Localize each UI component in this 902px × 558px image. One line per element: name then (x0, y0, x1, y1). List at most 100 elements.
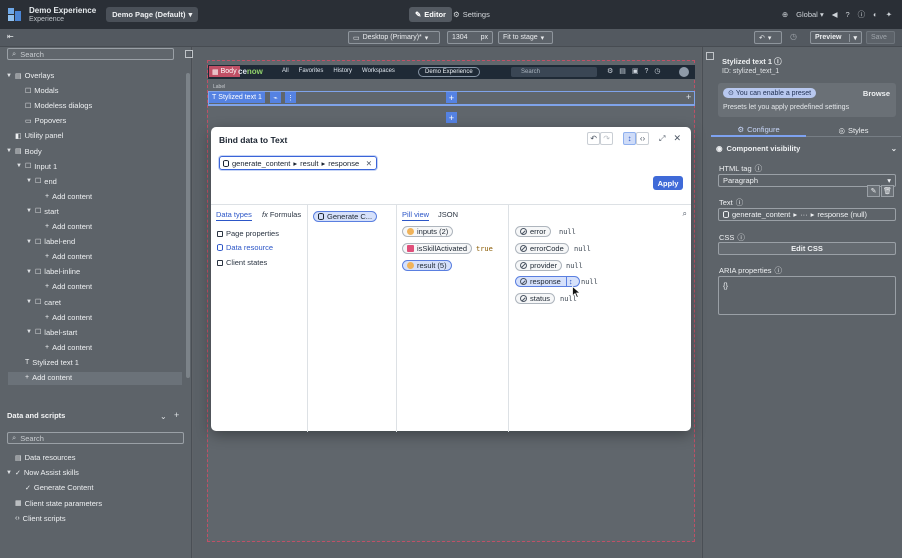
caret-down-icon[interactable]: ▼ (26, 208, 32, 214)
clear-icon[interactable]: ✕ (366, 159, 372, 168)
data-search-input[interactable]: ⌕ Search (7, 432, 184, 444)
save-button[interactable]: Save (866, 31, 895, 44)
data-type-client-states[interactable]: Client states (217, 258, 267, 267)
chevron-down-icon[interactable]: ⌄ (160, 412, 167, 421)
tree-item[interactable]: ☐ Modals (16, 84, 58, 97)
tree-item[interactable]: ▼ ✓ Now Assist skills (6, 466, 79, 479)
tree-scrollbar[interactable] (186, 73, 190, 378)
tree-item[interactable]: ▼ ☐ start (26, 205, 59, 218)
add-icon[interactable]: + (174, 410, 179, 420)
tab-configure[interactable]: ⚙ Configure (711, 124, 806, 137)
info-icon[interactable]: ⓘ (755, 163, 763, 174)
add-component-icon[interactable]: + (686, 92, 691, 102)
tree-item[interactable]: ☐ Modeless dialogs (16, 99, 92, 112)
component-link-icon[interactable]: ⌁ (270, 92, 281, 103)
width-input[interactable]: 1304 px (447, 31, 493, 44)
property-pill[interactable]: result (5) (402, 260, 452, 271)
add-content-icon[interactable]: + (446, 112, 457, 123)
search-icon[interactable]: ⌕ (683, 209, 687, 219)
component-more-icon[interactable]: ⋮ (285, 92, 296, 103)
close-icon[interactable]: ✕ (673, 133, 681, 144)
add-content-item[interactable]: + Add content (36, 190, 92, 203)
tree-item[interactable]: ▼ ☐ label-end (26, 235, 75, 248)
property-pill[interactable]: isSkillActivated (402, 243, 473, 254)
property-pill[interactable]: inputs (2) (402, 226, 454, 237)
add-content-item[interactable]: + Add content (36, 250, 92, 263)
nav-link[interactable]: Workspaces (362, 68, 395, 74)
info-icon[interactable]: ⓘ (736, 197, 744, 208)
result-pill[interactable]: errorCode (515, 242, 569, 254)
add-content-item[interactable]: + Add content (16, 371, 72, 384)
tab-data-types[interactable]: Data types (216, 210, 252, 221)
caret-down-icon[interactable]: ▼ (6, 73, 12, 79)
nav-center-pill[interactable]: Demo Experience (418, 67, 480, 77)
device-select[interactable]: ▭ Desktop (Primary)* ▾ (348, 31, 440, 44)
nav-link[interactable]: History (333, 68, 352, 74)
caret-down-icon[interactable]: ▼ (6, 470, 12, 476)
result-pill[interactable]: response ↕ (515, 276, 580, 288)
caret-down-icon[interactable]: ▼ (26, 299, 32, 305)
tree-item[interactable]: ▼ ☐ caret (26, 296, 61, 309)
caret-down-icon[interactable]: ▼ (26, 329, 32, 335)
tree-item[interactable]: ▼ ☐ end (26, 175, 57, 188)
fit-select[interactable]: Fit to stage ▾ (498, 31, 553, 44)
panel-toggle-icon[interactable] (706, 52, 714, 60)
collapse-left-icon[interactable]: ⇤ (7, 32, 14, 41)
panel-toggle-icon[interactable] (185, 50, 193, 58)
tree-item[interactable]: ▤ Data resources (6, 451, 75, 464)
tree-search-input[interactable]: ⌕ Search (7, 48, 174, 60)
tab-styles[interactable]: ◎ Styles (806, 124, 901, 137)
tree-item[interactable]: ▼ ☐ label-start (26, 326, 77, 339)
expand-icon[interactable]: ⤢ (659, 134, 665, 144)
tab-json[interactable]: JSON (438, 210, 458, 219)
scope-select[interactable]: Global ▾ (796, 10, 824, 19)
caret-down-icon[interactable]: ▼ (26, 239, 32, 245)
caret-down-icon[interactable]: ▼ (16, 163, 22, 169)
tree-item[interactable]: ◧ Utility panel (6, 129, 63, 142)
resource-pill-generate-content[interactable]: Generate C... (313, 211, 378, 222)
code-icon[interactable]: ‹› (636, 132, 650, 145)
add-content-item[interactable]: + Add content (36, 311, 92, 324)
preview-button[interactable]: Preview ▾ (810, 31, 862, 44)
text-binding-field[interactable]: generate_content ▸ ··· ▸ response (null) (718, 208, 896, 221)
result-pill[interactable]: provider (515, 259, 563, 271)
page-select[interactable]: Demo Page (Default) ▾ (106, 7, 199, 22)
tree-item[interactable]: ▼ ☐ label-inline (26, 265, 80, 278)
sort-icon[interactable]: ↕ (623, 132, 637, 145)
apply-button[interactable]: Apply (653, 176, 683, 190)
tab-formulas[interactable]: fx Formulas (262, 210, 301, 219)
tree-item[interactable]: ▼ ☐ Input 1 (16, 160, 57, 173)
nav-search[interactable]: Search (511, 67, 597, 77)
contrast-icon[interactable]: ◐ (873, 10, 878, 19)
redo-icon[interactable]: ↷ (600, 132, 614, 145)
caret-down-icon[interactable]: ▼ (26, 269, 32, 275)
visibility-row[interactable]: ◉ Component visibility ⌄ (711, 141, 901, 155)
add-content-item[interactable]: + Add content (36, 280, 92, 293)
add-content-item[interactable]: + Add content (36, 341, 92, 354)
preset-browse-link[interactable]: Browse (863, 89, 890, 98)
sparkle-icon[interactable]: ✦ (886, 10, 892, 19)
info-icon[interactable]: ⓘ (774, 57, 782, 66)
data-type-data-resource[interactable]: Data resource (217, 243, 273, 252)
data-type-page-properties[interactable]: Page properties (217, 229, 279, 238)
tree-item[interactable]: ▼ ▤ Overlays (6, 69, 54, 82)
add-component-icon[interactable]: + (446, 92, 457, 103)
help-icon[interactable]: ? (846, 10, 850, 19)
body-tag[interactable]: ▦ Body (209, 66, 240, 77)
component-tag[interactable]: T Stylized text 1 (209, 92, 265, 103)
tab-settings[interactable]: ⚙ Settings (453, 7, 490, 22)
aria-properties-input[interactable]: {} (718, 276, 896, 315)
caret-down-icon[interactable]: ▼ (26, 178, 32, 184)
nav-tool-icons[interactable]: ⚙▤▣?◷ (607, 67, 667, 75)
info-icon[interactable]: ⓘ (775, 265, 783, 276)
undo-button[interactable]: ↶ ▾ (754, 31, 782, 44)
result-pill[interactable]: error (515, 226, 551, 237)
info-icon[interactable]: ⓘ (858, 9, 866, 20)
undo-icon[interactable]: ↶ (587, 132, 601, 145)
caret-down-icon[interactable]: ▼ (6, 148, 12, 154)
tree-item[interactable]: ▼ ▤ Body (6, 145, 42, 158)
binding-expression-input[interactable]: generate_content ▸ result ▸ response ✕ (219, 156, 377, 170)
nav-link[interactable]: All (282, 68, 289, 74)
tree-item[interactable]: T Stylized text 1 (16, 356, 79, 369)
edit-icon[interactable]: ✎ (867, 185, 880, 197)
